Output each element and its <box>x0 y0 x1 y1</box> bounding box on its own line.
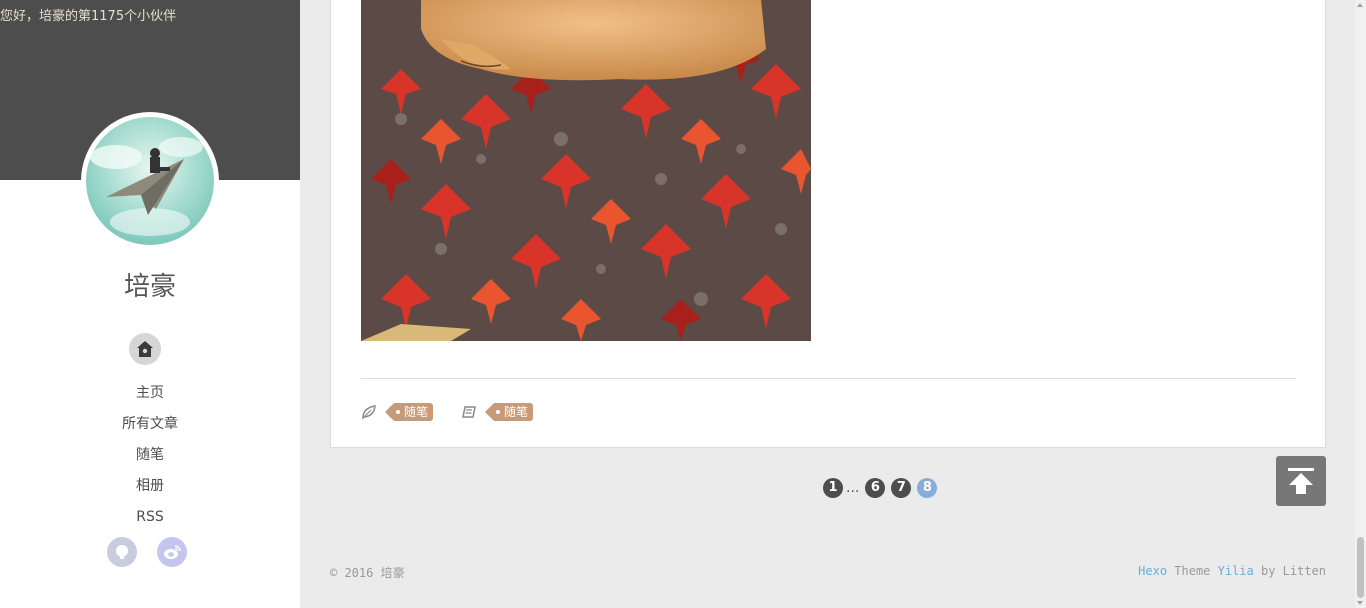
sidebar-nav: 主页 所有文章 随笔 相册 RSS <box>0 382 300 537</box>
github-icon[interactable] <box>107 537 137 567</box>
tag-link[interactable]: 随笔 <box>384 403 434 421</box>
article-photo <box>361 0 811 341</box>
nav-item-album[interactable]: 相册 <box>0 475 300 506</box>
back-to-top-button[interactable] <box>1276 456 1326 506</box>
page-scrollbar[interactable] <box>1355 0 1366 608</box>
leaf-tag-icon <box>361 404 377 420</box>
credit-theme-word: Theme <box>1167 564 1218 578</box>
article-divider <box>361 378 1296 379</box>
home-icon[interactable] <box>129 333 161 365</box>
pagination: 1 ... 6 7 8 <box>823 478 943 498</box>
footer-copyright: © 2016 培豪 <box>330 566 405 580</box>
hexo-link[interactable]: Hexo <box>1138 564 1167 578</box>
book-category-icon <box>461 404 477 420</box>
footer-credit: Hexo Theme Yilia by Litten <box>1138 564 1326 578</box>
arrow-up-icon <box>1288 468 1314 494</box>
page-link[interactable]: 6 <box>865 478 886 498</box>
weibo-icon[interactable] <box>157 537 187 567</box>
sidebar: 您好，培豪的第1175个小伙伴 培豪 主页 所有文章 随笔 相册 RSS <box>0 0 300 608</box>
scroll-down-icon[interactable] <box>1357 601 1363 605</box>
nav-item-all-posts[interactable]: 所有文章 <box>0 413 300 444</box>
scroll-up-icon[interactable] <box>1357 3 1363 7</box>
nav-item-essays[interactable]: 随笔 <box>0 444 300 475</box>
page-link-first[interactable]: 1 <box>823 478 843 498</box>
yilia-link[interactable]: Yilia <box>1218 564 1254 578</box>
page-ellipsis: ... <box>846 480 860 496</box>
page-current: 8 <box>917 478 938 498</box>
avatar[interactable] <box>81 112 219 250</box>
visitor-greeting: 您好，培豪的第1175个小伙伴 <box>0 9 177 24</box>
nav-item-home[interactable]: 主页 <box>0 382 300 413</box>
author-name[interactable]: 培豪 <box>0 266 300 303</box>
article-card: 随笔 随笔 <box>330 0 1326 448</box>
scrollbar-thumb[interactable] <box>1357 537 1364 598</box>
nav-item-rss[interactable]: RSS <box>0 506 300 537</box>
credit-author: by Litten <box>1253 564 1326 578</box>
page-link[interactable]: 7 <box>891 478 912 498</box>
category-link[interactable]: 随笔 <box>484 403 534 421</box>
